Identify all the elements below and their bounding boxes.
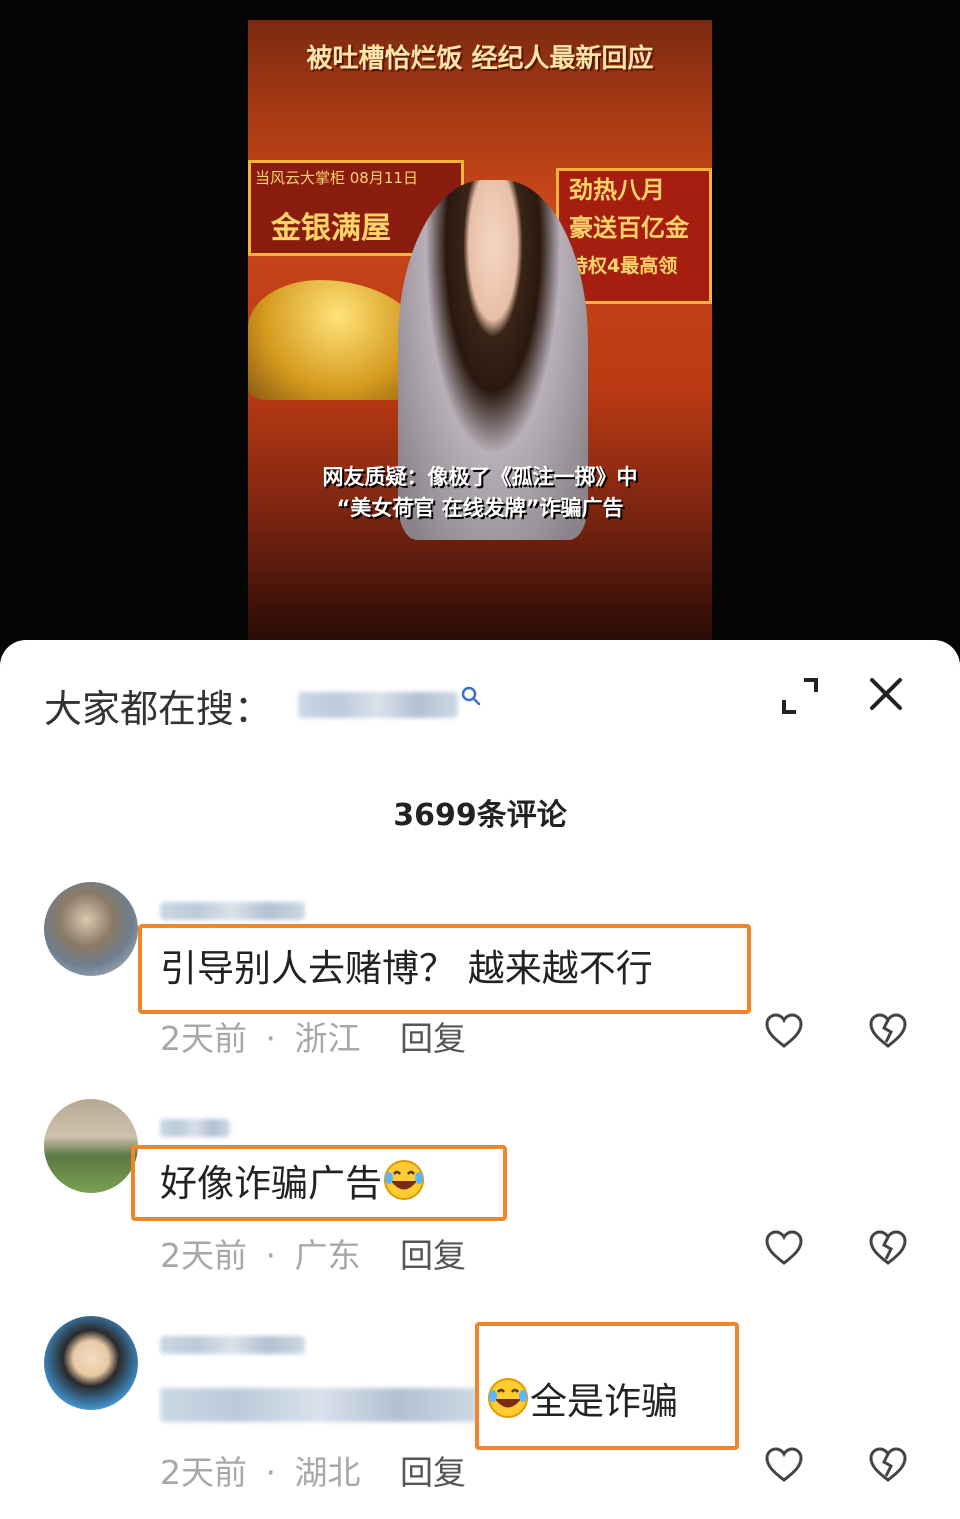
banner-left-main-text: 金银满屋 — [271, 211, 391, 246]
comment-text-content: 好像诈骗广告 — [160, 1162, 382, 1205]
meta-separator: · — [265, 1236, 277, 1275]
video-player[interactable]: 当风云大掌柜 08月11日 金银满屋 劲热八月 豪送百亿金 特权4最高领 被吐槽… — [248, 20, 712, 640]
username-blurred[interactable] — [160, 902, 305, 920]
banner-right-line: 劲热八月 — [569, 176, 665, 204]
heart-icon[interactable] — [764, 1229, 804, 1269]
meta-separator: · — [265, 1019, 277, 1058]
heart-icon[interactable] — [764, 1012, 804, 1052]
banner-right-line: 豪送百亿金 — [569, 214, 689, 242]
search-icon[interactable] — [460, 685, 482, 707]
banner-left-top-text: 当风云大掌柜 08月11日 — [255, 169, 418, 187]
comment-meta: 2天前 · 湖北 — [160, 1446, 361, 1494]
broken-heart-icon[interactable] — [868, 1446, 908, 1486]
trending-search-label: 大家都在搜： — [44, 686, 273, 731]
rofl-emoji — [384, 1160, 424, 1200]
expand-icon[interactable] — [780, 676, 820, 716]
video-area[interactable]: 当风云大掌柜 08月11日 金银满屋 劲热八月 豪送百亿金 特权4最高领 被吐槽… — [0, 0, 960, 660]
comment-item: 引导别人去赌博？ 越来越不行 2天前 · 浙江 回复 — [0, 882, 960, 1082]
comment-time: 2天前 — [160, 1236, 247, 1275]
comment-region: 湖北 — [294, 1453, 361, 1492]
comment-meta: 2天前 · 广东 — [160, 1229, 361, 1277]
username-blurred[interactable] — [160, 1119, 230, 1137]
close-icon[interactable] — [868, 676, 904, 712]
username-blurred[interactable] — [160, 1336, 305, 1354]
broken-heart-icon[interactable] — [868, 1229, 908, 1269]
comment-text: 引导别人去赌博？ 越来越不行 — [160, 947, 653, 990]
meta-separator: · — [265, 1453, 277, 1492]
rofl-emoji — [488, 1378, 528, 1418]
reply-button[interactable]: 回复 — [400, 1229, 466, 1277]
heart-icon[interactable] — [764, 1446, 804, 1486]
trending-search-term-blurred[interactable] — [298, 692, 459, 718]
comments-count: 3699条评论 — [393, 798, 567, 833]
video-title: 被吐槽恰烂饭 经纪人最新回应 — [306, 44, 654, 74]
comment-meta: 2天前 · 浙江 — [160, 1012, 361, 1060]
avatar[interactable] — [44, 882, 138, 976]
comment-item: 好像诈骗广告 2天前 · 广东 回复 — [0, 1099, 960, 1299]
comment-item: 全是诈骗 2天前 · 湖北 回复 — [0, 1316, 960, 1516]
reply-button[interactable]: 回复 — [400, 1012, 466, 1060]
comment-time: 2天前 — [160, 1453, 247, 1492]
comment-text-blurred — [160, 1388, 478, 1422]
comment-time: 2天前 — [160, 1019, 247, 1058]
video-caption-line2: “美女荷官 在线发牌”诈骗广告 — [336, 496, 624, 520]
video-caption-line1: 网友质疑：像极了《孤注一掷》中 — [322, 465, 638, 489]
avatar[interactable] — [44, 1316, 138, 1410]
video-caption: 网友质疑：像极了《孤注一掷》中 “美女荷官 在线发牌”诈骗广告 — [248, 462, 712, 524]
reply-button[interactable]: 回复 — [400, 1446, 466, 1494]
comment-text: 全是诈骗 — [486, 1376, 678, 1427]
comment-text-content: 全是诈骗 — [530, 1380, 678, 1423]
comment-region: 广东 — [294, 1236, 361, 1275]
comment-text: 好像诈骗广告 — [160, 1158, 426, 1209]
comment-sheet: 大家都在搜： 3699条评论 引导别人去赌博？ 越来越不行 2天前 · 浙江 回… — [0, 640, 960, 1519]
avatar[interactable] — [44, 1099, 138, 1193]
broken-heart-icon[interactable] — [868, 1012, 908, 1052]
comment-region: 浙江 — [294, 1019, 361, 1058]
trending-search-row[interactable]: 大家都在搜： — [44, 680, 482, 731]
